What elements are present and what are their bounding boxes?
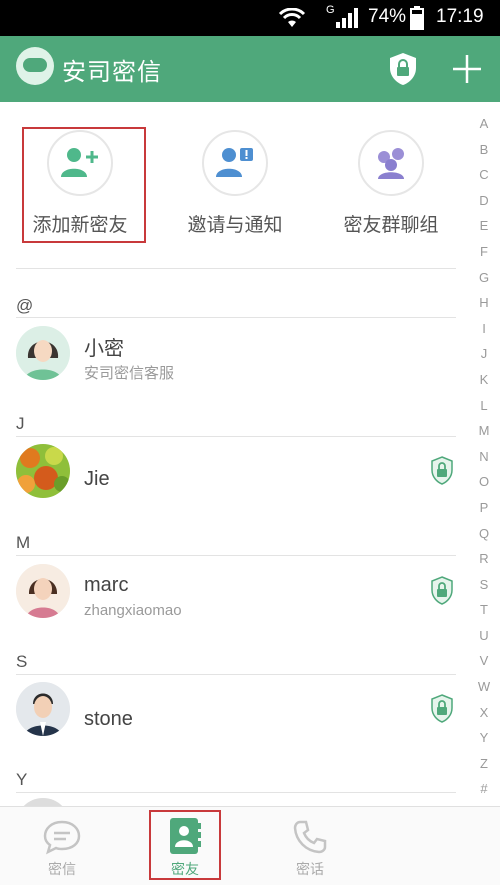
index-letter[interactable]: H	[474, 295, 494, 321]
index-letter[interactable]: Y	[474, 730, 494, 756]
bottom-nav: 密信 密友 密话	[0, 806, 500, 885]
secure-lock-icon	[430, 694, 454, 728]
index-letter[interactable]: W	[474, 679, 494, 705]
add-button[interactable]	[448, 50, 486, 88]
section-header-m: M	[16, 533, 31, 552]
wifi-icon	[278, 8, 306, 27]
index-letter[interactable]: V	[474, 653, 494, 679]
section-header-at: @	[16, 296, 34, 315]
invite-notify-circle	[202, 130, 268, 196]
avatar	[16, 564, 70, 618]
security-shield-button[interactable]	[386, 50, 420, 88]
quick-invite-notify[interactable]: 邀请与通知	[160, 130, 310, 237]
avatar	[16, 682, 70, 736]
woman-avatar-icon	[16, 564, 70, 618]
secure-lock-icon	[430, 576, 454, 610]
divider	[16, 317, 456, 318]
contact-name: stone	[84, 708, 133, 730]
index-letter[interactable]: X	[474, 705, 494, 731]
man-avatar-icon	[16, 682, 70, 736]
index-letter[interactable]: O	[474, 474, 494, 500]
index-letter[interactable]: N	[474, 449, 494, 475]
group-chat-icon	[378, 148, 404, 179]
signal-icon	[336, 8, 358, 28]
index-letter[interactable]: E	[474, 218, 494, 244]
section-header-y: Y	[16, 770, 28, 789]
highlight-box	[149, 810, 221, 880]
shield-lock-icon	[390, 53, 416, 85]
chat-bubble-icon	[43, 820, 81, 855]
nav-label: 密话	[296, 862, 324, 878]
highlight-box	[22, 127, 146, 243]
index-letter[interactable]: K	[474, 372, 494, 398]
network-type: G	[326, 4, 335, 16]
divider	[16, 555, 456, 556]
quick-group-chat[interactable]: 密友群聊组	[316, 130, 466, 237]
index-letter[interactable]: C	[474, 167, 494, 193]
leaves-photo-icon	[16, 444, 70, 498]
contact-row-marc[interactable]: marc zhangxiaomao	[0, 558, 470, 626]
index-letter[interactable]: L	[474, 398, 494, 424]
divider	[16, 268, 456, 269]
divider	[16, 436, 456, 437]
nav-tab-calls[interactable]: 密话	[260, 807, 360, 886]
section-header-s: S	[16, 652, 28, 671]
index-letter[interactable]: D	[474, 193, 494, 219]
index-letter[interactable]: B	[474, 142, 494, 168]
status-bar: G 74% 17:19	[0, 0, 500, 36]
battery-percent: 74%	[368, 6, 407, 27]
plus-icon	[453, 55, 481, 83]
index-letter[interactable]: U	[474, 628, 494, 654]
avatar	[16, 326, 70, 380]
woman-avatar-icon	[16, 326, 70, 380]
index-letter[interactable]: Q	[474, 526, 494, 552]
nav-label: 密信	[48, 862, 76, 878]
page-title: 安司密信	[62, 58, 162, 86]
index-letter[interactable]: T	[474, 602, 494, 628]
contact-row-jie[interactable]: Jie	[0, 438, 470, 506]
section-header-j: J	[16, 414, 25, 433]
contact-row-stone[interactable]: stone	[0, 676, 470, 744]
alphabet-index[interactable]: A B C D E F G H I J K L M N O P Q R S T …	[474, 116, 494, 807]
index-letter[interactable]: M	[474, 423, 494, 449]
index-letter[interactable]: R	[474, 551, 494, 577]
index-letter[interactable]: A	[474, 116, 494, 142]
index-letter[interactable]: J	[474, 346, 494, 372]
clock: 17:19	[436, 6, 484, 27]
phone-icon	[293, 820, 327, 854]
index-letter[interactable]: S	[474, 577, 494, 603]
contact-name: Jie	[84, 468, 110, 490]
index-letter[interactable]: P	[474, 500, 494, 526]
index-letter[interactable]: Z	[474, 756, 494, 782]
invite-notify-icon	[216, 148, 253, 177]
group-chat-circle	[358, 130, 424, 196]
divider	[16, 674, 456, 675]
app-header: 安司密信	[0, 36, 500, 102]
index-letter[interactable]: G	[474, 270, 494, 296]
contact-subtitle: zhangxiaomao	[84, 602, 182, 619]
battery-icon	[410, 6, 424, 30]
contact-subtitle: 安司密信客服	[84, 365, 175, 382]
index-letter[interactable]: F	[474, 244, 494, 270]
invite-notify-label: 邀请与通知	[187, 214, 283, 236]
contact-name: marc	[84, 574, 129, 596]
app-logo-icon	[16, 47, 54, 85]
contact-row-xiaomi[interactable]: 小密 安司密信客服	[0, 320, 470, 388]
divider	[16, 792, 456, 793]
secure-lock-icon	[430, 456, 454, 490]
nav-tab-messages[interactable]: 密信	[12, 807, 112, 886]
group-chat-label: 密友群聊组	[343, 214, 439, 236]
index-letter[interactable]: #	[474, 781, 494, 807]
contact-name: 小密	[84, 338, 124, 360]
avatar	[16, 444, 70, 498]
index-letter[interactable]: I	[474, 321, 494, 347]
